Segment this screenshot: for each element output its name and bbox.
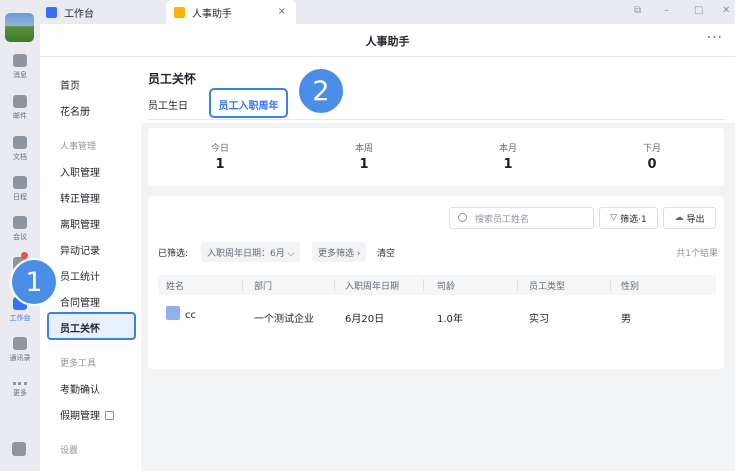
close-window-icon[interactable]: ✕ [722, 5, 730, 16]
search-input[interactable]: 搜索员工姓名 [449, 207, 594, 229]
tab-workbench[interactable]: 工作台 [46, 0, 166, 24]
cell-department: 一个测试企业 [254, 314, 314, 325]
tab-employee-birthday[interactable]: 员工生日 [148, 97, 188, 112]
nav-item-contracts[interactable]: 合同管理 [60, 294, 100, 309]
nav-item-roster[interactable]: 花名册 [60, 103, 90, 118]
table-row[interactable]: cc 一个测试企业 6月20日 1.0年 实习 男 [158, 295, 716, 337]
table-header: 姓名 部门 入职周年日期 司龄 员工类型 性别 [158, 275, 716, 295]
mail-icon [13, 95, 27, 108]
filter-chip-anniversary-date[interactable]: 入职周年日期：6月 ⌵ [201, 242, 301, 262]
column-header-employee-type: 员工类型 [529, 282, 566, 292]
cell-anniversary-date: 6月20日 [345, 314, 385, 325]
filter-icon: ▽ [610, 213, 618, 223]
minimize-window-icon[interactable]: – [664, 5, 669, 16]
export-cloud-icon: ☁ [674, 213, 684, 223]
clear-filters-link[interactable]: 清空 [377, 246, 395, 259]
more-options-icon[interactable]: ··· [707, 30, 723, 46]
hr-nav-sidebar: 首页 花名册 人事管理 入职管理 转正管理 离职管理 异动记录 员工统计 合同管… [40, 57, 141, 471]
app-titlebar: 人事助手 ··· [40, 24, 735, 57]
stat-today: 今日 1 [210, 144, 229, 172]
app-rail: 消息 邮件 文档 日程 会议 智能 工作台 通讯录 更多 [0, 0, 40, 471]
rail-item-contacts[interactable]: 通讯录 [0, 335, 40, 375]
column-header-anniversary-date: 入职周年日期 [345, 282, 400, 292]
hr-assistant-tab-icon [174, 6, 185, 18]
page-header: 员工关怀 员工生日 员工入职周年 [141, 57, 735, 123]
nav-item-home[interactable]: 首页 [60, 77, 80, 92]
cell-tenure: 1.0年 [437, 314, 463, 325]
active-filters: 已筛选: 入职周年日期：6月 ⌵ 更多筛选 › 清空 共1个结果 [158, 242, 718, 262]
cell-gender: 男 [621, 314, 631, 325]
calendar-icon [13, 176, 27, 189]
nav-item-regularization[interactable]: 转正管理 [60, 190, 100, 205]
annotation-badge-2: 2 [297, 67, 345, 115]
docs-icon [13, 136, 27, 149]
cell-name[interactable]: cc [185, 310, 196, 321]
nav-group-more-tools: 更多工具 [60, 359, 97, 369]
window-tab-bar: 工作台 人事助手 × ⧉ – □ ✕ [40, 0, 735, 24]
more-filters-button[interactable]: 更多筛选 › [312, 242, 367, 262]
nav-item-leave[interactable]: 假期管理 [60, 407, 114, 422]
page-title: 员工关怀 [148, 72, 197, 86]
rail-item-calendar[interactable]: 日程 [0, 174, 40, 214]
nav-item-statistics[interactable]: 员工统计 [60, 268, 100, 283]
column-header-department: 部门 [254, 282, 273, 292]
rail-item-messages[interactable]: 消息 [0, 52, 40, 92]
rail-item-more[interactable]: 更多 [0, 375, 40, 415]
message-icon [13, 54, 27, 67]
restore-window-icon[interactable]: ⧉ [634, 5, 641, 16]
user-avatar[interactable] [5, 13, 34, 42]
stat-this-month: 本月 1 [498, 144, 517, 172]
tab-divider [148, 119, 725, 120]
nav-item-offboarding[interactable]: 离职管理 [60, 216, 100, 231]
search-icon [458, 213, 467, 222]
tab-hr-assistant[interactable]: 人事助手 × [166, 0, 296, 24]
export-button[interactable]: ☁ 导出 [663, 207, 716, 229]
column-header-tenure: 司龄 [437, 282, 456, 292]
cell-employee-type: 实习 [529, 314, 549, 325]
maximize-window-icon[interactable]: □ [694, 5, 703, 16]
tab-employee-anniversary[interactable]: 员工入职周年 [209, 88, 288, 118]
rail-item-mail[interactable]: 邮件 [0, 93, 40, 133]
nav-item-onboarding[interactable]: 入职管理 [60, 164, 100, 179]
main-content: 员工关怀 员工生日 员工入职周年 今日 1 本周 1 本月 1 下月 0 搜索员… [141, 57, 735, 471]
filter-button[interactable]: ▽ 筛选·1 [599, 207, 658, 229]
more-icon [13, 382, 27, 385]
nav-group-hr-management: 人事管理 [60, 142, 97, 152]
nav-item-attendance[interactable]: 考勤确认 [60, 381, 100, 396]
stat-next-month: 下月 0 [642, 144, 661, 172]
rail-item-meeting[interactable]: 会议 [0, 214, 40, 254]
app-title: 人事助手 [365, 35, 410, 48]
nav-item-employee-care[interactable]: 员工关怀 [47, 312, 136, 340]
workbench-tab-icon [46, 6, 57, 18]
contacts-icon [13, 337, 27, 350]
nav-group-settings: 设置 [60, 446, 79, 456]
column-header-gender: 性别 [621, 282, 640, 292]
app-center-icon[interactable] [12, 442, 26, 456]
column-header-name: 姓名 [166, 282, 185, 292]
annotation-badge-1: 1 [10, 258, 58, 306]
meeting-icon [13, 216, 27, 229]
results-panel: 搜索员工姓名 ▽ 筛选·1 ☁ 导出 已筛选: 入职周年日期：6月 ⌵ 更多筛选… [148, 196, 724, 369]
close-tab-icon[interactable]: × [278, 6, 286, 17]
stat-this-week: 本周 1 [354, 144, 373, 172]
stats-card: 今日 1 本周 1 本月 1 下月 0 [148, 128, 724, 186]
employee-avatar-icon [166, 306, 180, 320]
result-count: 共1个结果 [676, 249, 718, 259]
nav-item-changes[interactable]: 异动记录 [60, 242, 100, 257]
external-link-icon [105, 411, 114, 420]
rail-item-docs[interactable]: 文档 [0, 134, 40, 174]
